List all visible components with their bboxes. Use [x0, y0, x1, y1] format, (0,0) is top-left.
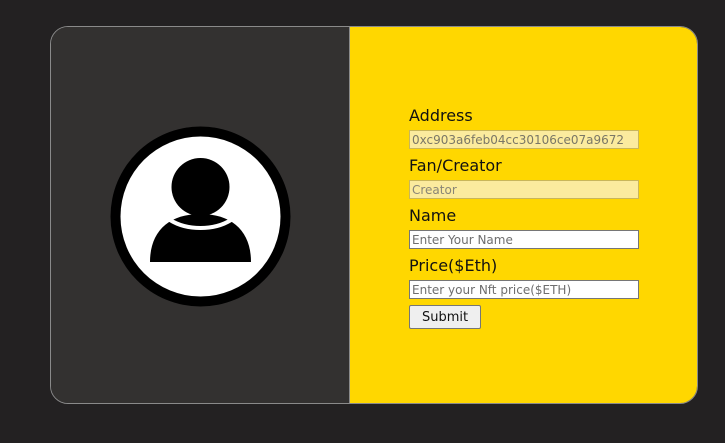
user-avatar-icon: [110, 126, 291, 307]
name-label: Name: [409, 206, 457, 225]
profile-card: Address Fan/Creator Name Price($Eth) Sub…: [50, 26, 698, 404]
price-input[interactable]: [409, 280, 639, 299]
address-label: Address: [409, 106, 473, 125]
role-label: Fan/Creator: [409, 156, 502, 175]
nft-form: Address Fan/Creator Name Price($Eth) Sub…: [409, 105, 641, 329]
avatar-panel: [51, 27, 350, 403]
form-panel: Address Fan/Creator Name Price($Eth) Sub…: [350, 27, 697, 403]
price-label: Price($Eth): [409, 256, 498, 275]
name-input[interactable]: [409, 230, 639, 249]
submit-button[interactable]: Submit: [409, 305, 482, 329]
role-field: [409, 180, 639, 199]
address-field: [409, 130, 639, 149]
